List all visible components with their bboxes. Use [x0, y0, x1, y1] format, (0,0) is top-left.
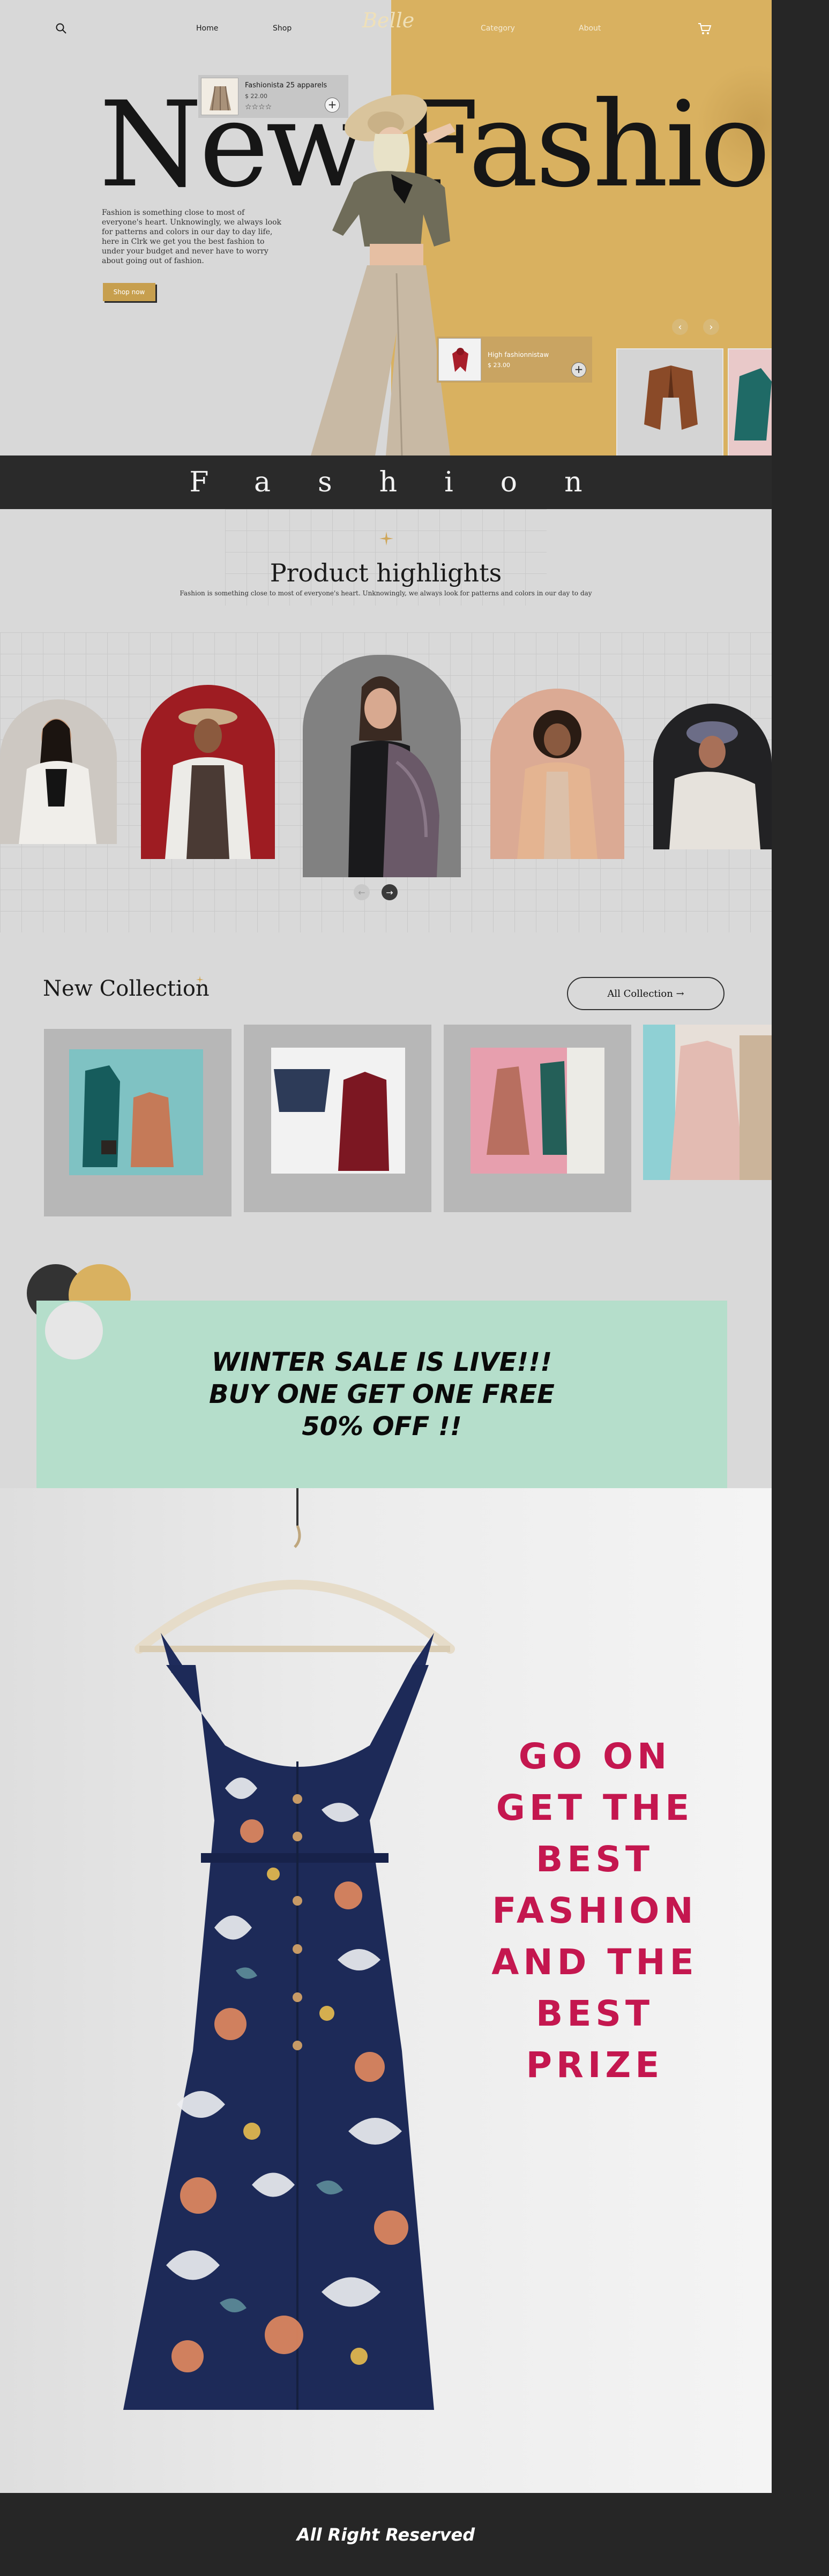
- highlights-prev-button[interactable]: ←: [354, 884, 370, 900]
- product-card-bottom[interactable]: High fashionnistaw $ 23.00: [437, 337, 592, 383]
- promo-line-1: WINTER SALE IS LIVE!!!: [211, 1347, 552, 1377]
- promo-line-2: BUY ONE GET ONE FREE: [209, 1379, 555, 1409]
- fashion-band: Fashion: [0, 456, 772, 509]
- mini-card-jacket[interactable]: [616, 348, 723, 456]
- hero-description: Fashion is something close to most of ev…: [102, 208, 282, 265]
- go-on-text: GO ON GET THE BEST FASHION AND THE BEST …: [466, 1731, 723, 2091]
- collection-title: New Collection: [43, 976, 210, 1001]
- highlights-subtitle: Fashion is something close to most of ev…: [180, 589, 592, 597]
- arrow-left-icon[interactable]: ‹: [672, 319, 688, 335]
- go-line-6: BEST: [536, 1993, 654, 2034]
- nav-category[interactable]: Category: [481, 24, 515, 33]
- search-icon[interactable]: [55, 23, 67, 36]
- product-thumb-top: [201, 78, 238, 115]
- page: Home Shop Belle Category About New Fashi…: [0, 0, 772, 2576]
- hero-section: Home Shop Belle Category About New Fashi…: [0, 0, 772, 456]
- go-line-2: GET THE: [496, 1787, 694, 1828]
- plus-icon-bottom[interactable]: +: [571, 362, 586, 377]
- highlight-card-5[interactable]: [653, 704, 772, 849]
- highlight-card-2[interactable]: [141, 685, 275, 859]
- promo-banner[interactable]: WINTER SALE IS LIVE!!! BUY ONE GET ONE F…: [36, 1301, 727, 1488]
- dress-image: [123, 1488, 455, 2410]
- collection-card-1[interactable]: [44, 1029, 231, 1216]
- sparkle-icon-small: [196, 975, 204, 985]
- go-line-3: BEST: [536, 1839, 654, 1880]
- highlights-title: Product highlights: [270, 558, 502, 587]
- nav-shop[interactable]: Shop: [273, 24, 292, 33]
- highlight-card-4[interactable]: [490, 689, 624, 859]
- collection-card-3[interactable]: [444, 1025, 631, 1212]
- footer: All Right Reserved: [0, 2493, 772, 2576]
- decor-circle-light-front: [45, 1302, 103, 1360]
- nav-home[interactable]: Home: [196, 24, 218, 33]
- arrow-right-icon[interactable]: ›: [703, 319, 719, 335]
- highlight-card-3[interactable]: [303, 655, 461, 877]
- collection-card-4[interactable]: [643, 1025, 772, 1180]
- hero-model-image: [289, 80, 514, 456]
- shop-now-button[interactable]: Shop now: [103, 283, 155, 301]
- product-name-bottom: High fashionnistaw: [488, 350, 549, 359]
- product-card-top[interactable]: Fashionista 25 apparels $ 22.00 ☆☆☆☆: [198, 75, 348, 118]
- promo-line-3: 50% OFF !!: [302, 1412, 462, 1442]
- highlights-next-button[interactable]: →: [382, 884, 398, 900]
- go-line-4: FASHION: [492, 1890, 698, 1931]
- cart-icon[interactable]: [698, 23, 712, 38]
- footer-text: All Right Reserved: [296, 2524, 475, 2545]
- product-thumb-bottom: [438, 338, 481, 381]
- mini-card-top[interactable]: [728, 348, 772, 456]
- go-line-7: PRIZE: [526, 2044, 664, 2086]
- sparkle-icon: [379, 532, 393, 548]
- right-scroll-gutter: [772, 0, 829, 2576]
- product-price-top: $ 22.00: [245, 93, 267, 100]
- plus-icon[interactable]: +: [325, 98, 340, 113]
- highlight-card-1[interactable]: [0, 699, 117, 844]
- go-line-5: AND THE: [491, 1942, 698, 1983]
- nav-about[interactable]: About: [579, 24, 601, 33]
- product-stars-top: ☆☆☆☆: [245, 103, 272, 111]
- fashion-band-text: Fashion: [189, 466, 630, 498]
- product-name-top: Fashionista 25 apparels: [245, 81, 327, 89]
- all-collection-button[interactable]: All Collection →: [567, 977, 725, 1010]
- collection-card-2[interactable]: [244, 1025, 431, 1212]
- logo[interactable]: Belle: [362, 9, 414, 32]
- go-line-1: GO ON: [518, 1736, 671, 1777]
- product-price-bottom: $ 23.00: [488, 361, 510, 369]
